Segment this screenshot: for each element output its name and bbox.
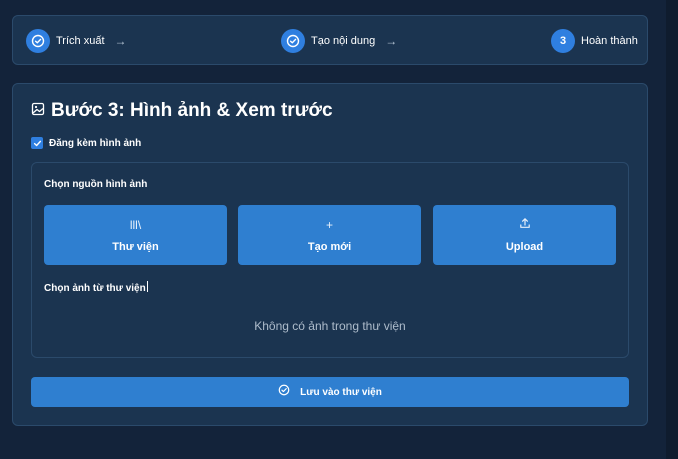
empty-library-message: Không có ảnh trong thư viện <box>254 319 406 333</box>
save-to-library-button[interactable]: Lưu vào thư viện <box>31 377 629 407</box>
step-extract[interactable]: Trích xuất → <box>26 29 127 53</box>
plus-icon: + <box>325 218 333 232</box>
arrow-right-icon: → <box>385 34 398 48</box>
image-icon <box>31 102 45 121</box>
library-icon: lll\ <box>129 218 142 232</box>
text-cursor <box>146 281 148 292</box>
step-label: Hoàn thành <box>581 35 638 47</box>
library-heading: Chọn ảnh từ thư viện <box>44 281 148 294</box>
save-button-label: Lưu vào thư viện <box>300 386 382 398</box>
attach-image-label: Đăng kèm hình ảnh <box>49 137 142 149</box>
card-title: Bước 3: Hình ảnh & Xem trước <box>31 100 333 122</box>
create-new-button-label: Tạo mới <box>307 241 352 253</box>
step-label: Tạo nội dung <box>311 35 376 47</box>
step-label: Trích xuất <box>56 35 105 47</box>
upload-button[interactable]: Upload <box>433 205 616 265</box>
upload-icon <box>519 217 531 233</box>
step-number-badge: 3 <box>551 29 575 53</box>
check-circle-icon <box>26 29 50 53</box>
stepper: Trích xuất → Tạo nội dung → 3 Hoàn thành <box>12 15 648 65</box>
step-complete[interactable]: 3 Hoàn thành <box>551 29 638 53</box>
source-heading: Chọn nguồn hình ảnh <box>44 179 148 190</box>
image-source-panel: Chọn nguồn hình ảnh lll\ Thư viện + Tạo … <box>31 162 629 358</box>
upload-button-label: Upload <box>505 241 544 253</box>
check-circle-icon <box>278 383 290 401</box>
page-title: Bước 3: Hình ảnh & Xem trước <box>51 100 333 121</box>
arrow-right-icon: → <box>114 34 127 48</box>
image-preview-card: Bước 3: Hình ảnh & Xem trước Đăng kèm hì… <box>12 83 648 426</box>
page-edge-shadow <box>666 0 678 459</box>
create-new-button[interactable]: + Tạo mới <box>238 205 421 265</box>
library-button[interactable]: lll\ Thư viện <box>44 205 227 265</box>
attach-image-checkbox[interactable] <box>31 137 43 149</box>
page: Trích xuất → Tạo nội dung → 3 Hoàn thành… <box>0 0 678 459</box>
library-heading-text: Chọn ảnh từ thư viện <box>44 283 146 294</box>
step-create-content[interactable]: Tạo nội dung → <box>281 29 397 53</box>
check-circle-icon <box>281 29 305 53</box>
attach-image-checkbox-row[interactable]: Đăng kèm hình ảnh <box>31 137 141 149</box>
library-button-label: Thư viện <box>112 241 159 253</box>
